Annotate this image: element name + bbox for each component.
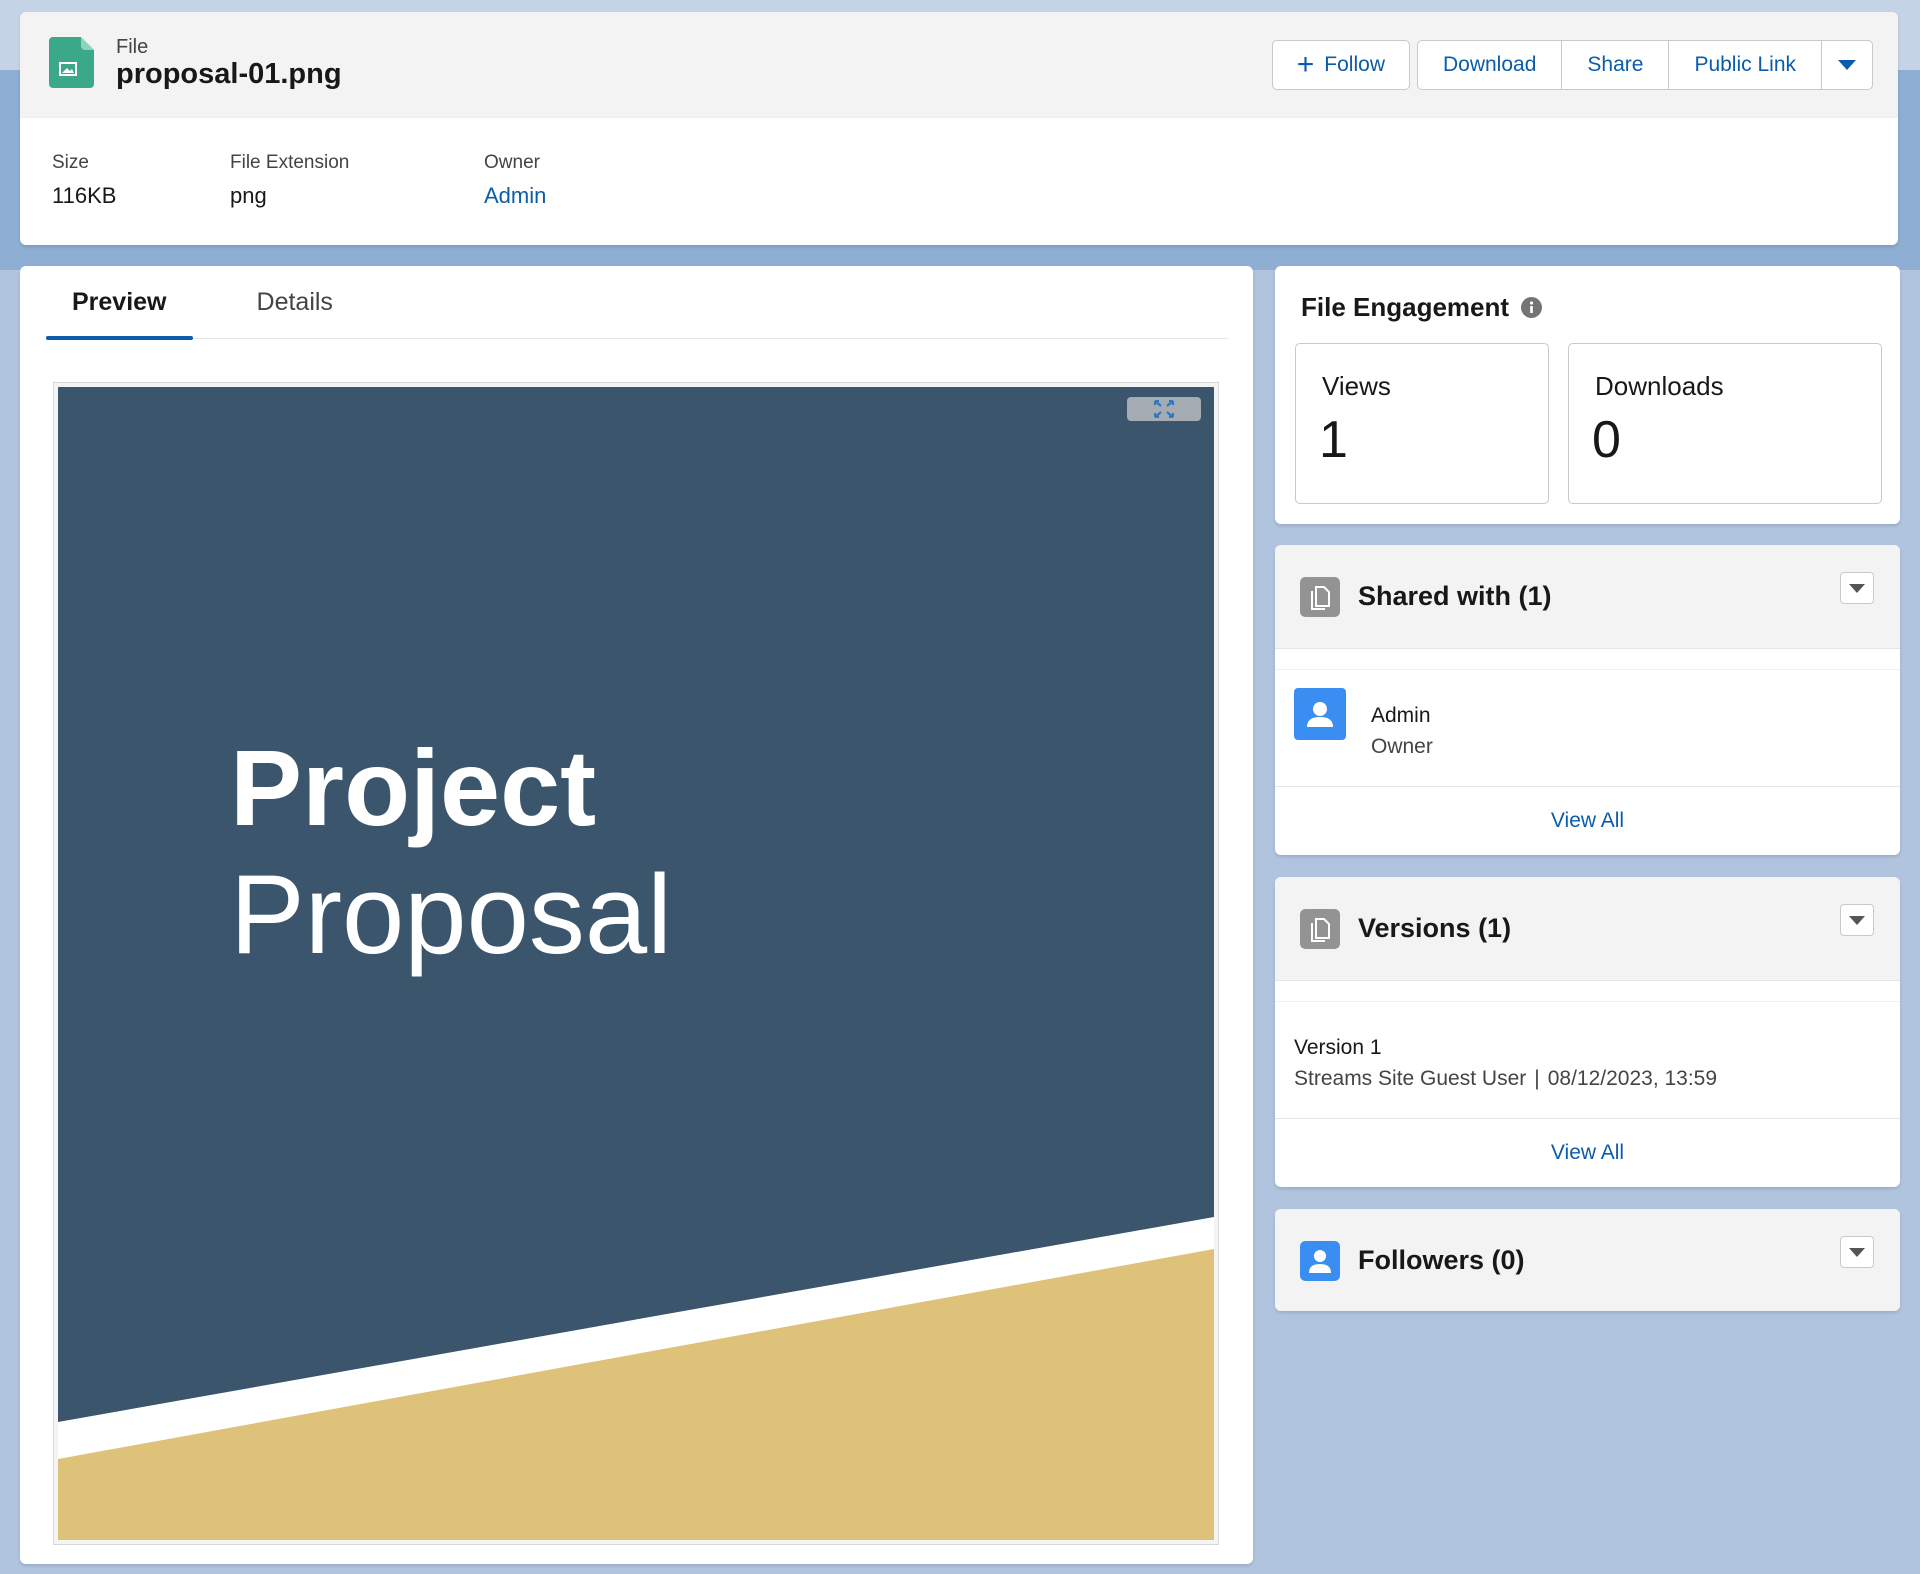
preview-text-line1: Project xyxy=(230,727,596,848)
field-value: png xyxy=(230,183,267,208)
shared-files-icon xyxy=(1300,577,1340,617)
versions-footer: View All xyxy=(1275,1118,1900,1187)
downloads-value: 0 xyxy=(1592,411,1621,469)
file-engagement-title: File Engagement xyxy=(1301,292,1543,323)
tab-preview[interactable]: Preview xyxy=(46,266,193,340)
shared-with-menu-button[interactable] xyxy=(1840,572,1874,604)
chevron-down-icon xyxy=(1849,1247,1865,1257)
tab-bar: Preview Details xyxy=(46,266,1228,340)
public-link-button[interactable]: Public Link xyxy=(1668,40,1822,90)
followers-menu-button[interactable] xyxy=(1840,1236,1874,1268)
file-engagement-title-text: File Engagement xyxy=(1301,292,1510,322)
versions-title: Versions (1) xyxy=(1358,913,1512,943)
downloads-stat: Downloads 0 xyxy=(1568,343,1882,504)
shared-with-footer: View All xyxy=(1275,786,1900,855)
shared-with-title: Shared with (1) xyxy=(1358,581,1552,611)
shared-view-all-link[interactable]: View All xyxy=(1551,809,1624,833)
versions-menu-button[interactable] xyxy=(1840,904,1874,936)
chevron-down-icon xyxy=(1838,60,1856,70)
download-button[interactable]: Download xyxy=(1416,40,1563,90)
avatar xyxy=(1294,688,1346,740)
preview-card: Preview Details Project Proposal xyxy=(20,266,1253,1564)
views-stat: Views 1 xyxy=(1295,343,1549,504)
version-name: Version 1 xyxy=(1294,1036,1382,1059)
header-actions: + Follow Download Share Public Link xyxy=(1271,40,1873,90)
version-user: Streams Site Guest User xyxy=(1294,1067,1527,1090)
user-icon xyxy=(1307,702,1333,727)
followers-header: Followers (0) xyxy=(1275,1209,1900,1311)
file-engagement-card: File Engagement Views 1 Downloads 0 xyxy=(1275,266,1900,524)
info-icon[interactable] xyxy=(1521,297,1543,318)
versions-view-all-link[interactable]: View All xyxy=(1551,1141,1624,1165)
version-meta: Streams Site Guest User | 08/12/2023, 13:5… xyxy=(1294,1067,1717,1091)
field-label: Size xyxy=(52,152,89,173)
follow-button[interactable]: + Follow xyxy=(1271,40,1410,90)
downloads-label: Downloads xyxy=(1595,371,1724,401)
share-button[interactable]: Share xyxy=(1561,40,1670,90)
record-type-label: File xyxy=(116,36,149,58)
tab-details[interactable]: Details xyxy=(231,266,359,339)
views-value: 1 xyxy=(1319,411,1348,469)
page-title: proposal-01.png xyxy=(116,58,342,90)
versions-files-icon xyxy=(1300,909,1340,949)
shared-user-name[interactable]: Admin xyxy=(1371,704,1431,728)
field-size: Size 116KB xyxy=(52,152,116,209)
shared-with-card: Shared with (1) Admin Owner View All xyxy=(1275,545,1900,855)
action-button-group: Download Share Public Link xyxy=(1416,40,1873,90)
file-preview: Project Proposal xyxy=(53,382,1219,1545)
expand-preview-button[interactable] xyxy=(1127,397,1201,421)
user-icon xyxy=(1300,1241,1340,1281)
plus-icon: + xyxy=(1296,48,1315,81)
followers-card: Followers (0) xyxy=(1275,1209,1900,1311)
field-file-extension: File Extension png xyxy=(230,152,349,209)
follow-button-label: Follow xyxy=(1324,53,1385,76)
list-item: Admin Owner xyxy=(1275,669,1900,758)
version-date: 08/12/2023, 13:59 xyxy=(1547,1067,1718,1090)
record-header-top: File proposal-01.png + Follow Download S… xyxy=(20,12,1898,118)
record-header: File proposal-01.png + Follow Download S… xyxy=(20,12,1898,245)
chevron-down-icon xyxy=(1849,583,1865,593)
field-owner: Owner Admin xyxy=(484,152,546,209)
field-label: Owner xyxy=(484,152,540,173)
more-actions-button[interactable] xyxy=(1821,40,1873,90)
shared-user-role: Owner xyxy=(1371,735,1433,758)
version-separator: | xyxy=(1534,1067,1540,1090)
shared-with-header: Shared with (1) xyxy=(1275,545,1900,649)
owner-link[interactable]: Admin xyxy=(484,183,546,209)
views-label: Views xyxy=(1322,371,1391,401)
expand-icon xyxy=(1154,400,1174,418)
field-label: File Extension xyxy=(230,152,350,173)
followers-title: Followers (0) xyxy=(1358,1245,1525,1275)
list-item: Version 1 Streams Site Guest User | 08/12/… xyxy=(1275,1001,1900,1090)
versions-card: Versions (1) Version 1 Streams Site Gues… xyxy=(1275,877,1900,1187)
image-file-icon xyxy=(49,37,94,88)
field-value: 116KB xyxy=(52,183,117,208)
chevron-down-icon xyxy=(1849,915,1865,925)
preview-text-line2: Proposal xyxy=(230,852,672,977)
preview-image: Project Proposal xyxy=(58,387,1214,1540)
versions-header: Versions (1) xyxy=(1275,877,1900,981)
